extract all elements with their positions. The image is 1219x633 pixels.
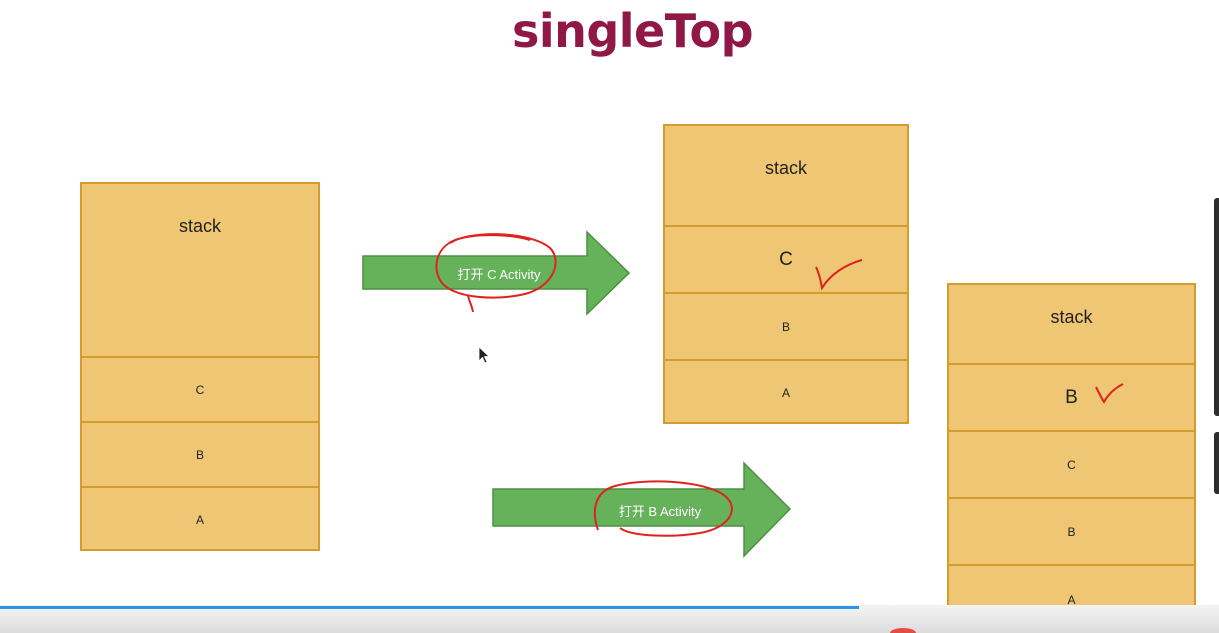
stack-header: stack: [178, 216, 221, 236]
stack-header: stack: [1050, 307, 1093, 327]
progress-bar[interactable]: [0, 606, 860, 609]
arrow-label: 打开 C Activity: [457, 267, 541, 282]
progress-track[interactable]: [0, 605, 1219, 633]
stack-cell-c: C: [665, 225, 907, 292]
stack-cell-b: B: [82, 421, 318, 486]
stack-header: stack: [764, 158, 807, 178]
side-panel-handle[interactable]: [1214, 432, 1219, 494]
arrow-label: 打开 B Activity: [618, 504, 702, 519]
stack-after-open-b: stack B C B A: [947, 283, 1196, 633]
stack-cell-a: A: [665, 359, 907, 424]
stack-cell-b: B: [949, 497, 1194, 564]
stack-cell-b: B: [665, 292, 907, 359]
mouse-cursor-icon: [478, 346, 491, 364]
playhead-icon[interactable]: [888, 628, 918, 633]
page-title: singleTop: [511, 4, 754, 58]
stack-initial: stack C B A: [80, 182, 320, 551]
stack-cell-a: A: [82, 486, 318, 551]
stack-after-open-c: stack C B A: [663, 124, 909, 424]
side-panel-handle[interactable]: [1214, 198, 1219, 416]
stack-cell-b: B: [949, 363, 1194, 430]
stack-cell-c: C: [82, 356, 318, 421]
stack-cell-c: C: [949, 430, 1194, 497]
